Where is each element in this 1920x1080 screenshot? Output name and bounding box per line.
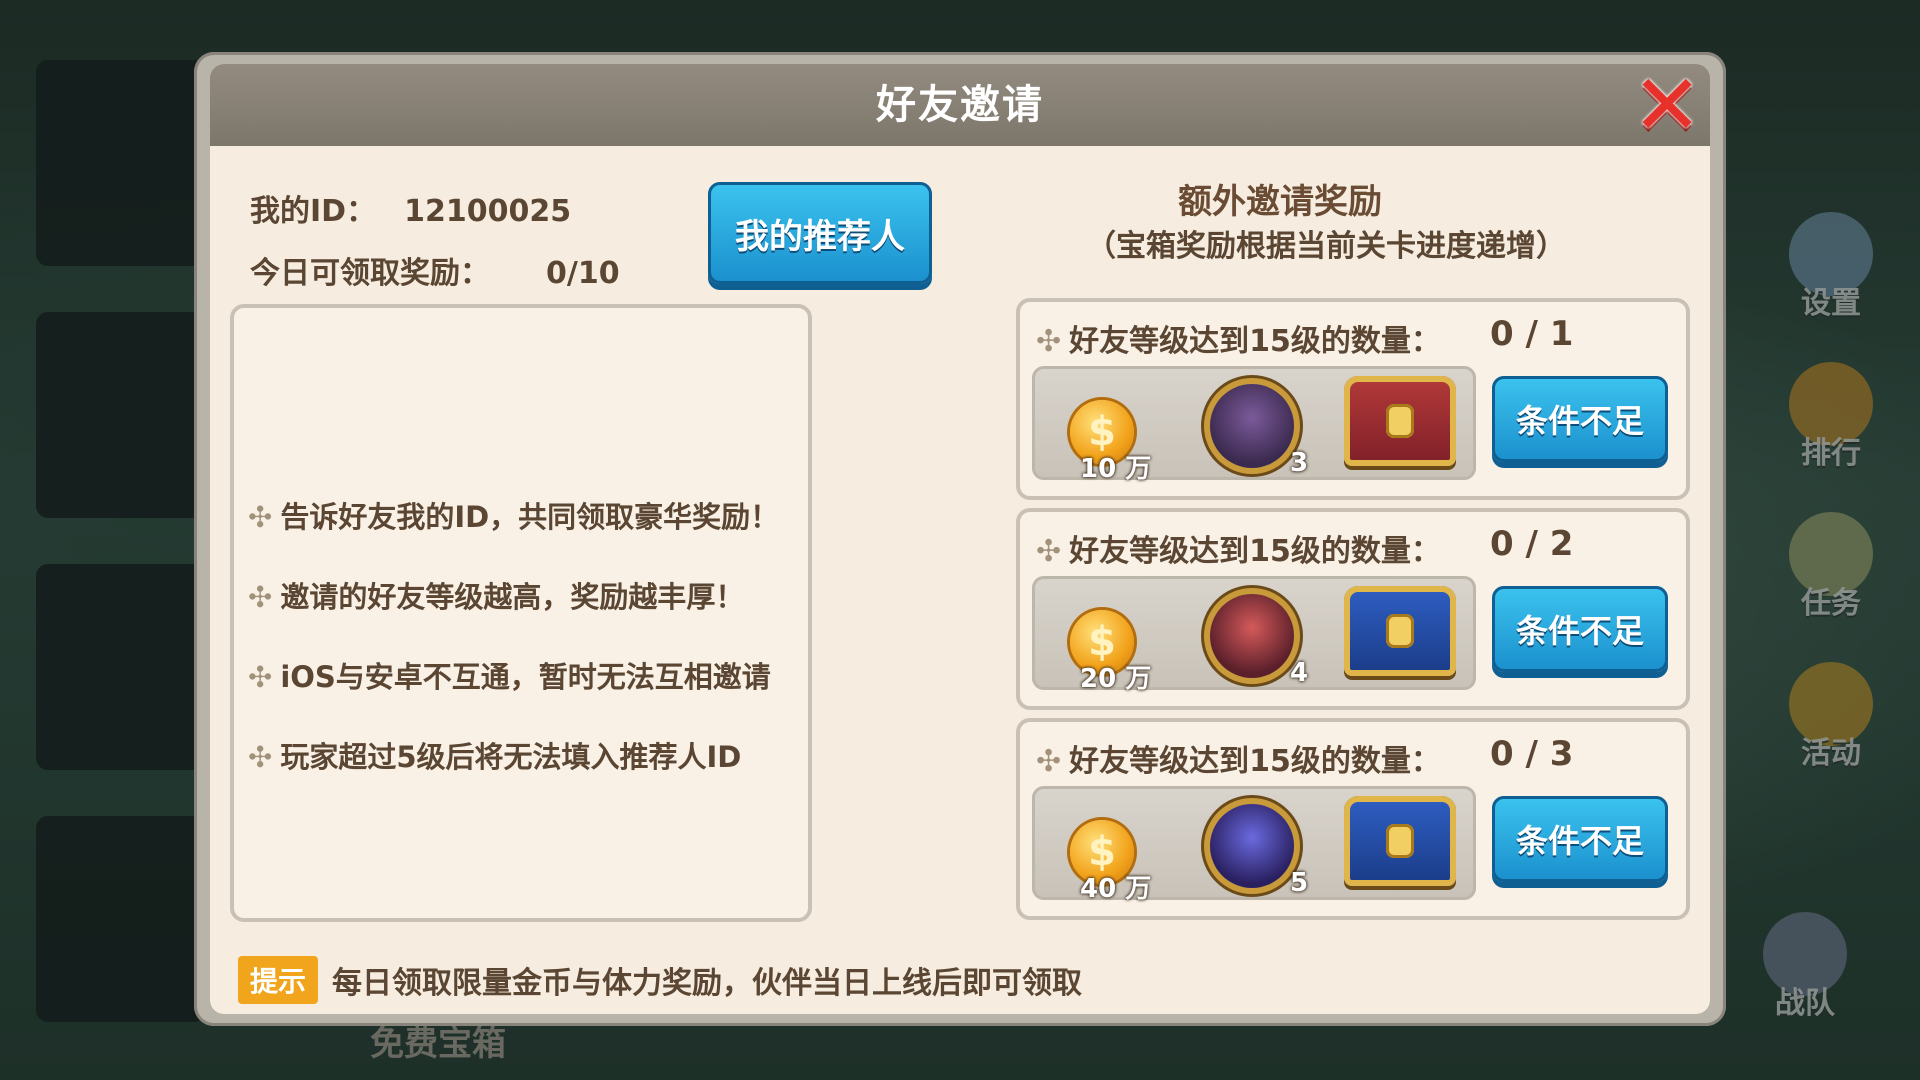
reward-items-tray: $ 40 万 5 [1032,786,1476,904]
tip-item: ✣ 邀请的好友等级越高，奖励越丰厚！ [248,574,744,616]
clover-icon: ✣ [1036,324,1062,359]
clover-icon: ✣ [248,740,273,774]
tip-item: ✣ 玩家超过5级后将无法填入推荐人ID [248,734,741,776]
close-button[interactable]: ✕ [1632,64,1702,147]
reward-row: ✣ 好友等级达到15级的数量： 0 / 1 $ 10 万 3 条件不足 [1016,298,1690,500]
hint-badge: 提示 [238,956,319,1004]
extra-reward-subtitle: （宝箱奖励根据当前关卡进度递增） [1086,229,1566,264]
claim-button[interactable]: 条件不足 [1492,376,1668,462]
hero-star-count: 5 [1290,868,1309,898]
close-icon: ✕ [1631,64,1703,154]
hero-star-count: 3 [1290,448,1309,478]
hint-bar: 提示 每日领取限量金币与体力奖励，伙伴当日上线后即可领取 [238,956,1082,1004]
reward-progress: 0 / 3 [1490,734,1574,774]
tip-item: ✣ 告诉好友我的ID，共同领取豪华奖励！ [248,494,779,536]
reward-requirement: ✣ 好友等级达到15级的数量： [1036,316,1441,360]
dialog-title: 好友邀请 [876,82,1044,128]
my-id-row: 我的ID： 12100025 [250,186,571,230]
claim-button[interactable]: 条件不足 [1492,586,1668,672]
reward-progress: 0 / 1 [1490,314,1574,354]
requirement-text: 好友等级达到15级的数量： [1069,744,1441,779]
dialog-titlebar: 好友邀请 ✕ [210,64,1710,147]
coin-amount: 10 万 [1080,454,1152,484]
tip-text: 告诉好友我的ID，共同领取豪华奖励！ [280,500,780,534]
hero-portrait-icon [1210,384,1294,468]
lock-icon [1386,614,1414,648]
tip-text: 邀请的好友等级越高，奖励越丰厚！ [280,580,745,614]
clover-icon: ✣ [248,660,273,694]
clover-icon: ✣ [248,500,273,534]
requirement-text: 好友等级达到15级的数量： [1069,534,1441,569]
reward-items-tray: $ 20 万 4 [1032,576,1476,694]
coin-amount: 40 万 [1080,874,1152,904]
reward-row: ✣ 好友等级达到15级的数量： 0 / 2 $ 20 万 4 条件不足 [1016,508,1690,710]
invite-tips-box: ✣ 告诉好友我的ID，共同领取豪华奖励！ ✣ 邀请的好友等级越高，奖励越丰厚！ ✣ i… [230,304,812,922]
reward-requirement: ✣ 好友等级达到15级的数量： [1036,526,1441,570]
tip-text: iOS与安卓不互通，暂时无法互相邀请 [280,660,771,694]
lock-icon [1386,404,1414,438]
today-reward-row: 今日可领取奖励： 0/10 [250,248,620,292]
today-reward-value: 0/10 [546,256,620,291]
friend-invite-dialog: 好友邀请 ✕ 我的ID： 12100025 今日可领取奖励： 0/10 我的推荐人 … [210,64,1710,1014]
clover-icon: ✣ [248,580,273,614]
treasure-chest-icon [1344,796,1456,886]
claim-button[interactable]: 条件不足 [1492,796,1668,882]
reward-items-tray: $ 10 万 3 [1032,366,1476,484]
hero-star-count: 4 [1290,658,1309,688]
reward-progress: 0 / 2 [1490,524,1574,564]
today-reward-label: 今日可领取奖励： [250,256,490,291]
clover-icon: ✣ [1036,744,1062,779]
coin-amount: 20 万 [1080,664,1152,694]
hero-portrait-icon [1210,804,1294,888]
hero-portrait-icon [1210,594,1294,678]
hint-text: 每日领取限量金币与体力奖励，伙伴当日上线后即可领取 [332,966,1083,1001]
extra-reward-title: 额外邀请奖励 [1178,182,1382,222]
treasure-chest-icon [1344,586,1456,676]
my-id-value: 12100025 [404,194,572,229]
clover-icon: ✣ [1036,534,1062,569]
reward-requirement: ✣ 好友等级达到15级的数量： [1036,736,1441,780]
requirement-text: 好友等级达到15级的数量： [1069,324,1441,359]
treasure-chest-icon [1344,376,1456,466]
lock-icon [1386,824,1414,858]
tip-item: ✣ iOS与安卓不互通，暂时无法互相邀请 [248,654,771,696]
tip-text: 玩家超过5级后将无法填入推荐人ID [280,740,742,774]
my-id-label: 我的ID： [250,194,377,229]
my-referrer-button[interactable]: 我的推荐人 [708,182,932,284]
reward-row: ✣ 好友等级达到15级的数量： 0 / 3 $ 40 万 5 条件不足 [1016,718,1690,920]
